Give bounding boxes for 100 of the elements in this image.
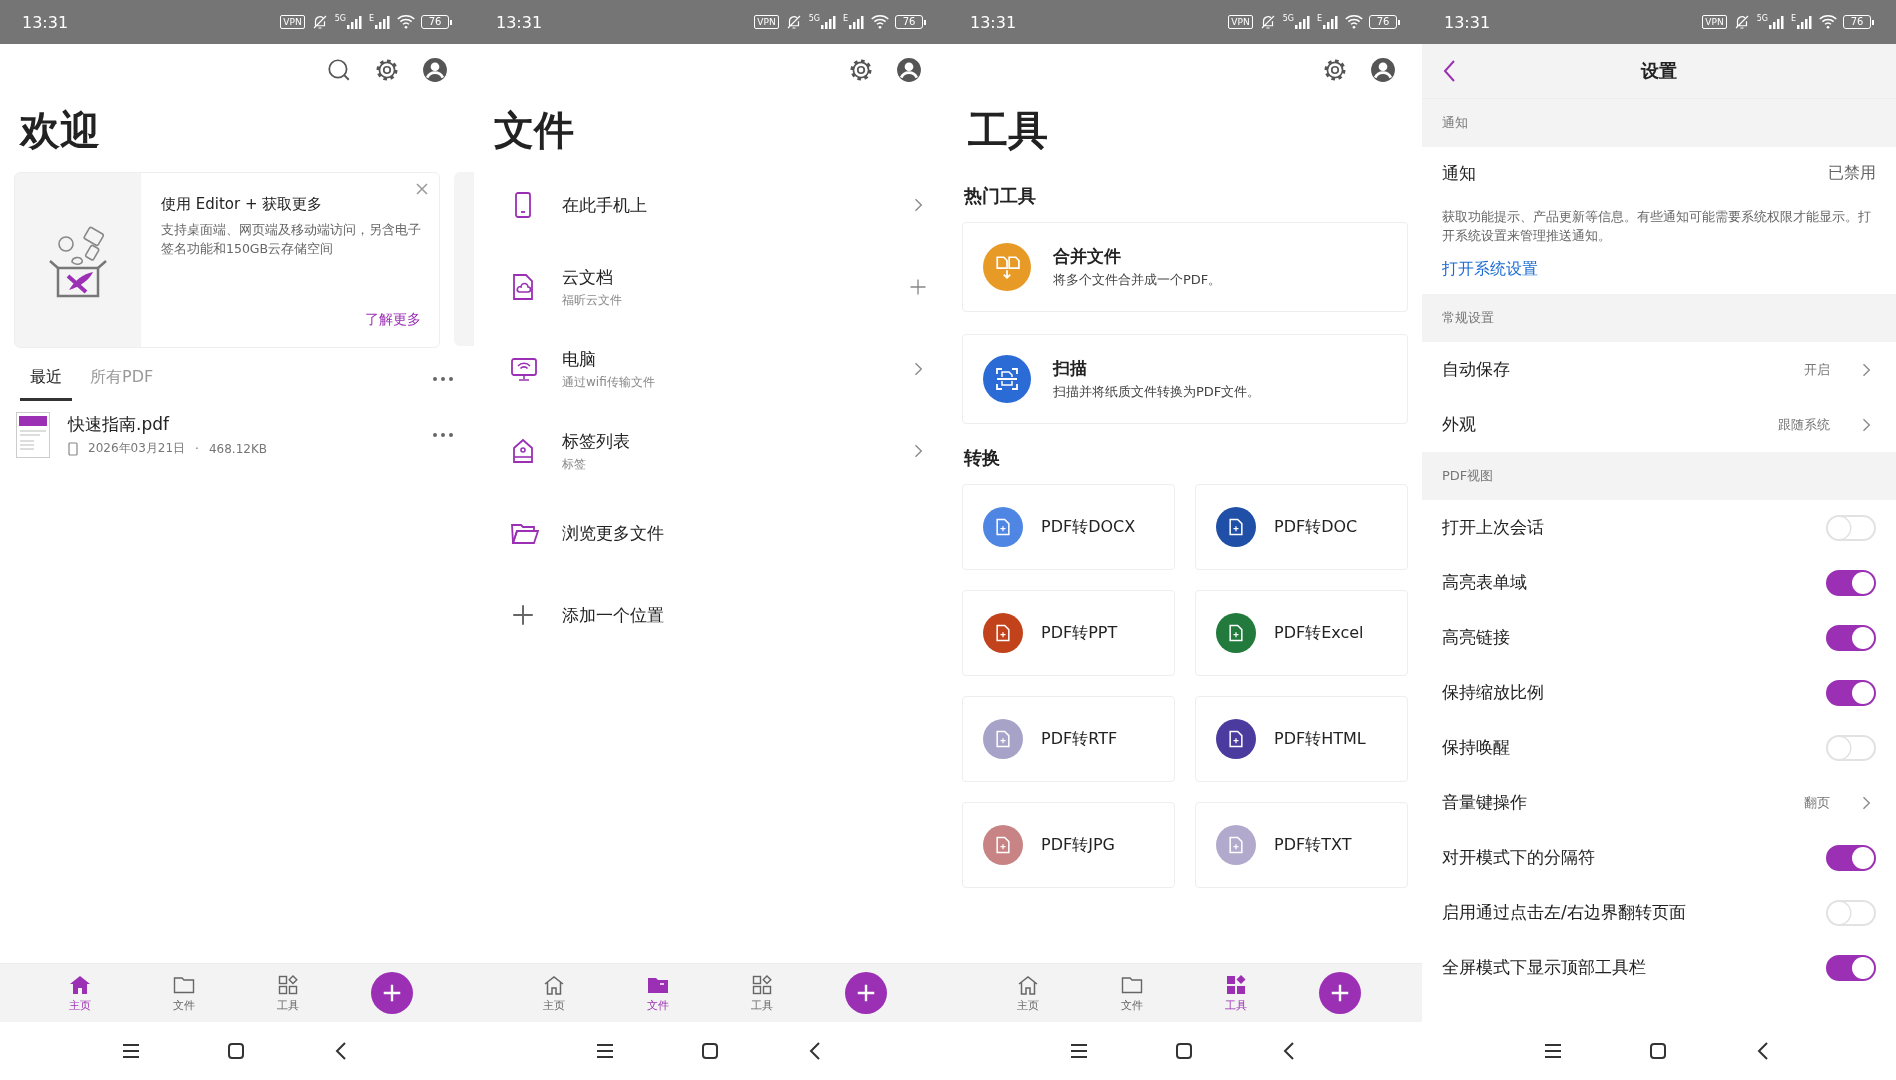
nav-tab[interactable]: 工具 [276,973,300,1013]
settings-icon[interactable] [848,57,874,83]
more-icon[interactable] [432,375,454,383]
back-icon[interactable] [333,1041,348,1061]
back-icon[interactable] [1281,1041,1296,1061]
signal-icon [849,15,865,29]
setting-label: 全屏模式下显示顶部工具栏 [1442,956,1647,979]
setting-label: 对开模式下的分隔符 [1442,846,1596,869]
menu-icon[interactable] [594,1042,615,1060]
menu-icon[interactable] [1542,1042,1563,1060]
document-icon [993,729,1013,749]
wifi-icon [397,14,415,30]
account-icon[interactable] [896,57,922,83]
add-button[interactable] [371,972,413,1014]
clock: 13:31 [970,12,1018,32]
tab[interactable]: 最近 [20,357,72,401]
location-item[interactable]: 添加一个位置 [474,574,948,656]
nav-tab[interactable]: 文件 [172,973,196,1013]
add-button[interactable] [845,972,887,1014]
document-thumbnail-icon[interactable] [16,412,50,458]
clock: 13:31 [22,12,70,32]
close-icon[interactable] [415,182,429,196]
nav-tab[interactable]: 文件 [646,973,670,1013]
setting-label: 外观 [1442,413,1477,436]
wifi-icon [1345,14,1363,30]
learn-more-link[interactable]: 了解更多 [365,311,421,329]
home-square-icon[interactable] [1174,1042,1193,1060]
menu-icon[interactable] [120,1042,141,1060]
tool-card[interactable]: 扫描 扫描并将纸质文件转换为PDF文件。 [962,334,1408,424]
convert-card[interactable]: PDF转RTF [962,696,1175,782]
toggle-switch[interactable] [1826,844,1876,871]
home-square-icon[interactable] [1648,1042,1667,1060]
location-item[interactable]: 云文档 福昕云文件 [474,246,948,328]
account-icon[interactable] [422,57,448,83]
convert-card[interactable]: PDF转JPG [962,802,1175,888]
tool-description: 将多个文件合并成一个PDF。 [1053,271,1222,289]
section-header: 常规设置 [1422,294,1896,342]
vpn-indicator: VPN [754,15,779,29]
toggle-switch[interactable] [1826,624,1876,651]
menu-icon[interactable] [1068,1042,1089,1060]
location-item[interactable]: 标签列表 标签 [474,410,948,492]
signal-icon [1768,15,1785,29]
setting-value: 翻页 [1804,793,1830,812]
home-icon [1016,973,1040,997]
plus-icon [381,982,403,1004]
back-icon[interactable] [1442,59,1456,83]
merge-documents-icon [994,254,1020,280]
back-icon[interactable] [1755,1041,1770,1061]
document-icon [993,517,1013,537]
convert-card[interactable]: PDF转DOCX [962,484,1175,570]
convert-card[interactable]: PDF转TXT [1195,802,1408,888]
grid-icon [1224,973,1248,997]
location-item[interactable]: 电脑 通过wifi传输文件 [474,328,948,410]
section-heading: 转换 [962,446,1001,470]
scan-icon [994,366,1020,392]
location-item[interactable]: 浏览更多文件 [474,492,948,574]
network-label: E [1790,15,1796,23]
search-icon[interactable] [326,57,352,83]
toggle-switch[interactable] [1826,569,1876,596]
tool-card[interactable]: 合并文件 将多个文件合并成一个PDF。 [962,222,1408,312]
nav-tab[interactable]: 主页 [68,973,92,1013]
account-icon[interactable] [1370,57,1396,83]
convert-card[interactable]: PDF转HTML [1195,696,1408,782]
nav-tab[interactable]: 主页 [1016,973,1040,1013]
convert-card[interactable]: PDF转DOC [1195,484,1408,570]
location-item[interactable]: 在此手机上 [474,164,948,246]
toggle-switch[interactable] [1826,679,1876,706]
nav-tab[interactable]: 工具 [1224,973,1248,1013]
network-label: E [1316,15,1322,23]
home-icon [542,973,566,997]
signal-icon [1797,15,1813,29]
setting-value: 跟随系统 [1778,415,1830,434]
home-square-icon[interactable] [700,1042,719,1060]
open-settings-link[interactable]: 打开系统设置 [1422,253,1558,294]
home-square-icon[interactable] [226,1042,245,1060]
signal-icon [820,15,837,29]
promo-card[interactable]: 使用 Editor + 获取更多 支持桌面端、网页端及移动端访问，另含电子签名功能和150GB云存储空间 了解更多 [14,172,440,348]
settings-icon[interactable] [1322,57,1348,83]
vpn-indicator: VPN [1228,15,1253,29]
settings-icon[interactable] [374,57,400,83]
tool-name: 合并文件 [1053,245,1122,268]
setting-label: 保持缩放比例 [1442,681,1545,704]
nav-tab[interactable]: 主页 [542,973,566,1013]
toggle-switch[interactable] [1826,954,1876,981]
file-name[interactable]: 快速指南.pdf [68,413,414,436]
network-label: E [842,15,848,23]
convert-card[interactable]: PDF转Excel [1195,590,1408,676]
convert-card[interactable]: PDF转PPT [962,590,1175,676]
plus-icon [510,602,536,628]
document-icon [1226,623,1246,643]
add-button[interactable] [1319,972,1361,1014]
phone-icon [68,441,78,456]
back-icon[interactable] [807,1041,822,1061]
more-icon[interactable] [432,431,454,439]
grid-icon [276,973,300,997]
nav-tab[interactable]: 文件 [1120,973,1144,1013]
home-icon [68,973,92,997]
nav-tab[interactable]: 工具 [750,973,774,1013]
monitor-wifi-icon [510,355,538,383]
network-label: 5G [808,15,820,23]
